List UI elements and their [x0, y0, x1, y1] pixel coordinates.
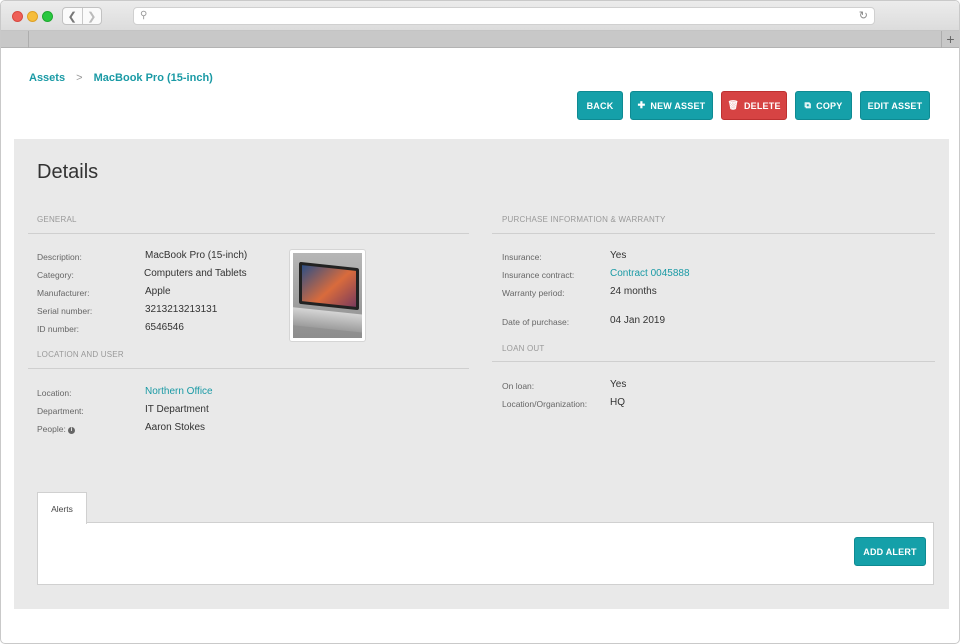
warranty-label: Warranty period: [502, 288, 565, 298]
address-bar[interactable]: ⚲ ↻ [133, 7, 875, 25]
plus-icon: ✚ [637, 100, 646, 110]
new-tab-plus-icon[interactable]: + [941, 31, 959, 48]
on-loan-label: On loan: [502, 381, 535, 391]
info-icon[interactable]: i [67, 427, 75, 434]
divider [28, 233, 469, 234]
copy-button-label: COPY [816, 100, 843, 111]
close-window-button[interactable] [12, 11, 23, 22]
general-heading: GENERAL [37, 215, 77, 224]
location-label: Location: [37, 388, 72, 398]
category-value: Computers and Tablets [144, 268, 247, 279]
breadcrumb: Assets > MacBook Pro (15-inch) [29, 72, 213, 84]
add-alert-button-label: ADD ALERT [863, 546, 917, 557]
insurance-value: Yes [610, 250, 627, 261]
department-label: Department: [37, 406, 84, 416]
serial-value: 3213213213131 [145, 304, 218, 315]
new-asset-button[interactable]: ✚ NEW ASSET [630, 91, 713, 120]
loan-org-label: Location/Organization: [502, 399, 588, 409]
loan-org-value: HQ [610, 397, 625, 408]
location-link[interactable]: Northern Office [145, 386, 213, 397]
tab-alerts[interactable]: Alerts [37, 492, 87, 524]
on-loan-value: Yes [610, 379, 627, 390]
browser-tabstrip: + [1, 31, 959, 48]
zoom-window-button[interactable] [42, 11, 53, 22]
tab-alerts-label: Alerts [51, 504, 73, 514]
people-label: People: i [37, 424, 75, 434]
insurance-label: Insurance: [502, 252, 542, 262]
category-label: Category: [37, 270, 74, 280]
breadcrumb-assets-link[interactable]: Assets [29, 72, 65, 84]
back-arrow-icon[interactable]: ❮ [63, 8, 82, 24]
warranty-value: 24 months [610, 286, 657, 297]
insurance-contract-link[interactable]: Contract 0045888 [610, 268, 690, 279]
forward-arrow-icon[interactable]: ❯ [81, 8, 102, 24]
people-value: Aaron Stokes [145, 422, 206, 433]
serial-label: Serial number: [37, 306, 93, 316]
purchase-date-value: 04 Jan 2019 [610, 315, 666, 326]
browser-window: ❮ ❯ ⚲ ↻ + Assets > MacBook Pro (15-inch)… [0, 0, 960, 644]
insurance-contract-label: Insurance contract: [502, 270, 575, 280]
alerts-tab-panel: ADD ALERT [37, 522, 934, 585]
add-alert-button[interactable]: ADD ALERT [854, 537, 926, 566]
edit-asset-button[interactable]: EDIT ASSET [860, 91, 930, 120]
minimize-window-button[interactable] [27, 11, 38, 22]
asset-image[interactable] [289, 249, 366, 342]
reload-icon[interactable]: ↻ [859, 9, 868, 22]
people-label-text: People: [37, 424, 66, 434]
copy-icon: ⧉ [804, 100, 812, 110]
loan-heading: LOAN OUT [502, 344, 545, 353]
browser-nav-buttons: ❮ ❯ [62, 7, 102, 25]
department-value: IT Department [145, 404, 209, 415]
purchase-heading: PURCHASE INFORMATION & WARRANTY [502, 215, 666, 224]
purchase-date-label: Date of purchase: [502, 317, 570, 327]
laptop-photo [293, 253, 362, 338]
back-button-label: BACK [586, 100, 614, 111]
manufacturer-value: Apple [145, 286, 171, 297]
page-title: Details [37, 161, 99, 183]
new-asset-button-label: NEW ASSET [650, 100, 706, 111]
delete-button-label: DELETE [743, 100, 781, 111]
divider [492, 361, 935, 362]
details-panel: Details GENERAL Description: MacBook Pro… [14, 139, 949, 609]
breadcrumb-separator: > [76, 72, 83, 84]
edit-asset-button-label: EDIT ASSET [867, 100, 923, 111]
laptop-screen [299, 261, 359, 311]
browser-titlebar: ❮ ❯ ⚲ ↻ [1, 1, 959, 31]
location-heading: LOCATION AND USER [37, 350, 124, 359]
laptop-base [293, 307, 362, 333]
description-value: MacBook Pro (15-inch) [145, 250, 248, 261]
trash-icon: 🗑 [727, 100, 739, 110]
divider [28, 368, 469, 369]
manufacturer-label: Manufacturer: [37, 288, 90, 298]
divider [492, 233, 935, 234]
breadcrumb-current[interactable]: MacBook Pro (15-inch) [94, 72, 213, 84]
search-icon: ⚲ [140, 10, 148, 21]
id-value: 6546546 [145, 322, 184, 333]
description-label: Description: [37, 252, 82, 262]
copy-button[interactable]: ⧉ COPY [795, 91, 852, 120]
back-button[interactable]: BACK [577, 91, 623, 120]
delete-button[interactable]: 🗑 DELETE [721, 91, 787, 120]
id-label: ID number: [37, 324, 80, 334]
browser-tab[interactable] [1, 31, 29, 48]
